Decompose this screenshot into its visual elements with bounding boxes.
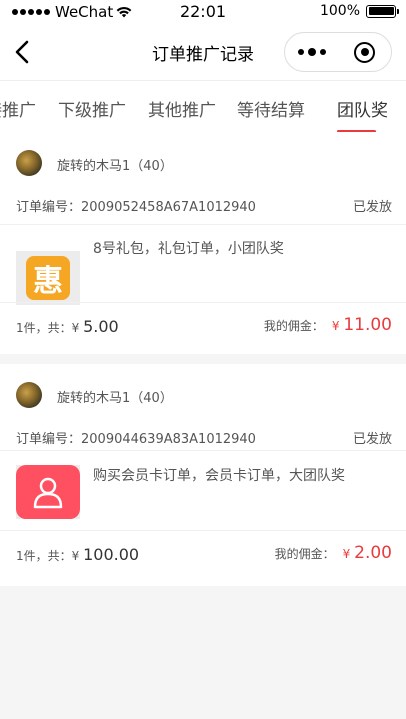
tab-direct[interactable]: 接推广 — [0, 96, 36, 121]
divider — [0, 224, 406, 225]
order-number: 订单编号：2009052458A67A1012940 — [16, 200, 256, 215]
order-total: 1件，共：¥ 5.00 — [16, 317, 119, 336]
member-user-icon — [16, 465, 80, 519]
hui-icon: 惠 — [26, 256, 70, 300]
more-dots-icon — [297, 49, 304, 55]
user-name: 旋转的木马1（40） — [57, 159, 173, 174]
tab-subordinate[interactable]: 下级推广 — [58, 96, 126, 121]
tab-other[interactable]: 其他推广 — [148, 96, 216, 121]
order-number: 订单编号：2009044639A83A1012940 — [16, 432, 256, 447]
divider — [0, 530, 406, 531]
commission: 我的佣金： ¥ 2.00 — [274, 543, 392, 563]
order-card[interactable]: 旋转的木马1（40） 订单编号：2009052458A67A1012940 已发… — [0, 132, 406, 354]
commission: 我的佣金： ¥ 11.00 — [263, 315, 392, 335]
order-info-row: 订单编号：2009044639A83A1012940 已发放 — [16, 428, 392, 448]
nav-bar: 订单推广记录 — [0, 24, 406, 80]
order-total: 1件，共：¥ 100.00 — [16, 545, 140, 564]
battery-info: 100% — [319, 3, 399, 19]
target-icon — [354, 41, 375, 63]
divider — [0, 302, 406, 303]
product-image — [16, 465, 80, 519]
close-button[interactable] — [338, 33, 391, 71]
avatar — [16, 150, 42, 176]
battery-percent: 100% — [319, 3, 360, 19]
more-button[interactable] — [285, 33, 338, 71]
status-bar: WeChat 22:01 100% — [0, 0, 406, 24]
battery-icon — [366, 4, 399, 18]
promotion-tabs: 接推广 下级推广 其他推广 等待结算 团队奖 — [0, 80, 406, 132]
tab-team-bonus[interactable]: 团队奖 — [337, 96, 388, 121]
product-title: 8号礼包，礼包订单，小团队奖 — [93, 241, 284, 257]
user-name: 旋转的木马1（40） — [57, 391, 173, 406]
order-card[interactable]: 旋转的木马1（40） 订单编号：2009044639A83A1012940 已发… — [0, 364, 406, 586]
status-badge: 已发放 — [352, 432, 392, 447]
tab-pending[interactable]: 等待结算 — [237, 96, 305, 121]
mini-program-capsule — [284, 32, 392, 72]
avatar — [16, 382, 42, 408]
order-info-row: 订单编号：2009052458A67A1012940 已发放 — [16, 196, 392, 216]
product-title: 购买会员卡订单，会员卡订单，大团队奖 — [93, 468, 345, 484]
product-image: 惠 — [16, 251, 80, 305]
divider — [0, 450, 406, 451]
status-badge: 已发放 — [352, 200, 392, 215]
